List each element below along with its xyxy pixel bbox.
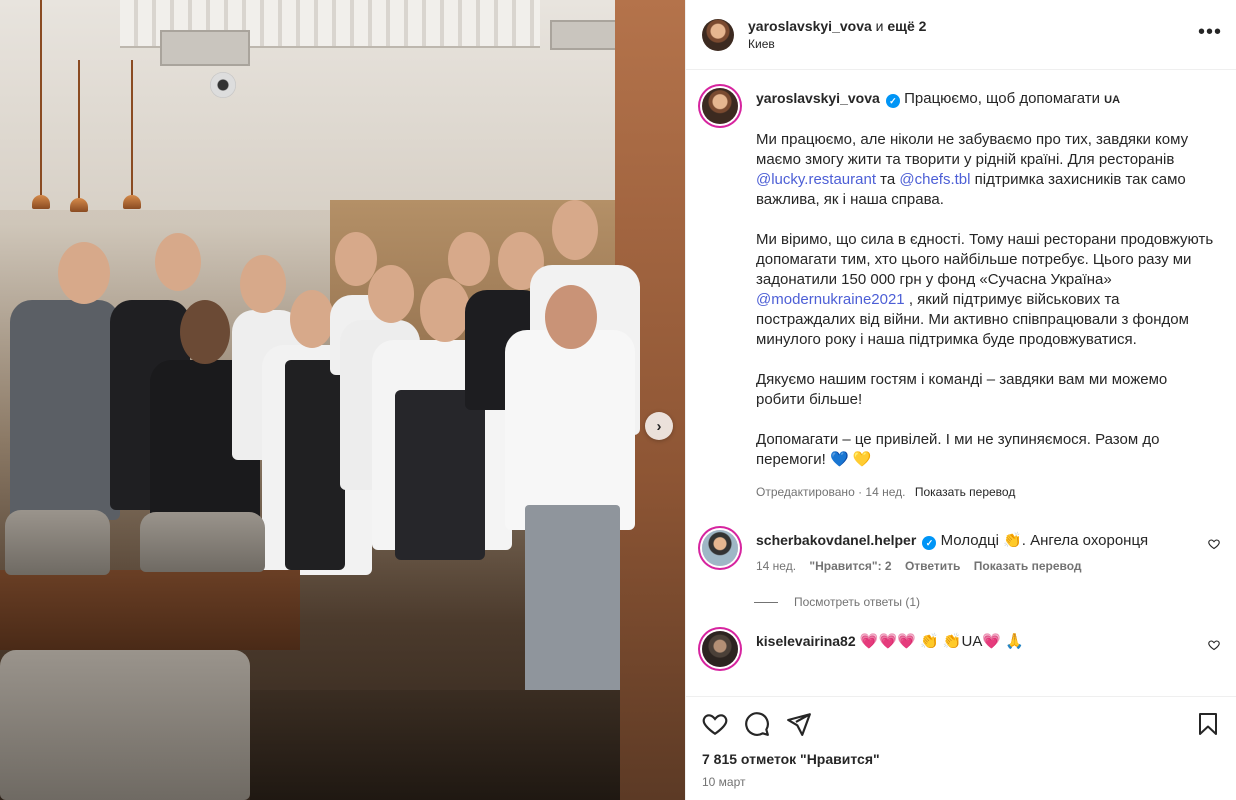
comment-body: kiselevairina82 💗💗💗 👏 👏UA💗 🙏: [756, 631, 1220, 667]
header-location[interactable]: Киев: [748, 35, 926, 53]
photo-chair: [0, 650, 250, 800]
caption-text: Ми віримо, що сила в єдності. Тому наші …: [756, 231, 1214, 288]
verified-badge-icon: ✓: [885, 94, 900, 108]
reply-button[interactable]: Ответить: [905, 559, 960, 573]
caption-flag: UA: [1104, 94, 1121, 106]
caption-emojis: 💙 💛: [830, 451, 872, 468]
mention-link[interactable]: @modernukraine2021: [756, 291, 905, 308]
caption-body: yaroslavskyi_vova ✓ Працюємо, щоб допома…: [756, 88, 1220, 502]
heart-icon[interactable]: [702, 711, 728, 737]
header-username[interactable]: yaroslavskyi_vova: [748, 18, 872, 34]
lamp-cord: [78, 60, 80, 200]
share-icon[interactable]: [786, 711, 812, 737]
replies-line: [754, 601, 778, 603]
comment-username[interactable]: kiselevairina82: [756, 633, 856, 649]
verified-badge-icon: ✓: [922, 536, 937, 550]
photo-chair: [140, 512, 265, 572]
caption-paragraph-3: Дякуємо нашим гостям і команді – завдяки…: [756, 371, 1168, 408]
photo-table: [0, 570, 300, 650]
show-translation-link[interactable]: Показать перевод: [915, 485, 1016, 499]
caption-text: Допомагати – це привілей. І ми не зупиня…: [756, 431, 1160, 468]
caption-paragraph-4: Допомагати – це привілей. І ми не зупиня…: [756, 430, 1220, 470]
lamp-icon: [123, 195, 141, 209]
post-header: yaroslavskyi_vova и ещё 2 Киев •••: [686, 0, 1236, 70]
comment-body: scherbakovdanel.helper ✓ Молодці 👏. Анге…: [756, 530, 1220, 573]
post-date[interactable]: 10 март: [702, 775, 1220, 789]
mention-link[interactable]: @chefs.tbl: [899, 171, 970, 188]
header-collaborators-link[interactable]: ещё 2: [887, 18, 926, 34]
caption-paragraph-2: Ми віримо, що сила в єдності. Тому наші …: [756, 230, 1220, 350]
caption-avatar[interactable]: [702, 88, 738, 124]
comment-likes[interactable]: "Нравится": 2: [809, 559, 891, 573]
mention-link[interactable]: @lucky.restaurant: [756, 171, 876, 188]
photo-vent: [160, 30, 250, 66]
lamp-cord: [131, 60, 133, 195]
caption-text: Ми працюємо, але ніколи не забуваємо про…: [756, 131, 1189, 168]
photo-chair: [5, 510, 110, 575]
bookmark-icon[interactable]: [1196, 711, 1220, 737]
caption-meta: Отредактировано · 14 нед. Показать перев…: [756, 482, 1220, 502]
edited-label: Отредактировано · 14 нед.: [756, 485, 906, 499]
comment-meta: 14 нед. "Нравится": 2 Ответить Показать …: [756, 559, 1220, 573]
photo-camera: [210, 72, 236, 98]
comment-text: 💗💗💗 👏 👏UA💗 🙏: [859, 633, 1024, 650]
author-avatar[interactable]: [702, 18, 734, 51]
view-replies-button[interactable]: Посмотреть ответы (1): [754, 595, 1220, 609]
comment-icon[interactable]: [744, 711, 770, 737]
post-modal: › yaroslavskyi_vova и ещё 2 Киев ••• yar…: [0, 0, 1236, 800]
lamp-cord: [40, 0, 42, 195]
caption-text: та: [876, 171, 900, 188]
caption-paragraph-1: Ми працюємо, але ніколи не забуваємо про…: [756, 130, 1220, 210]
comment: scherbakovdanel.helper ✓ Молодці 👏. Анге…: [702, 530, 1220, 573]
chevron-right-icon: ›: [656, 417, 662, 435]
action-row: [702, 697, 1220, 751]
post-photo[interactable]: ›: [0, 0, 685, 800]
caption-title: Працюємо, щоб допомагати: [904, 90, 1100, 107]
caption: yaroslavskyi_vova ✓ Працюємо, щоб допома…: [702, 88, 1220, 502]
comment-text: Молодці 👏. Ангела охоронця: [940, 532, 1149, 549]
comment-like-heart-icon[interactable]: [1208, 639, 1220, 654]
post-sidebar: yaroslavskyi_vova и ещё 2 Киев ••• yaros…: [685, 0, 1236, 800]
likes-count[interactable]: 7 815 отметок "Нравится": [702, 751, 1220, 767]
comment-username[interactable]: scherbakovdanel.helper: [756, 532, 916, 548]
comment-age[interactable]: 14 нед.: [756, 559, 796, 573]
commenter-avatar[interactable]: [702, 530, 738, 566]
lamp-icon: [70, 198, 88, 212]
header-and: и: [875, 17, 884, 34]
comment-translate-link[interactable]: Показать перевод: [974, 559, 1082, 573]
next-photo-button[interactable]: ›: [645, 412, 673, 440]
view-replies-label: Посмотреть ответы (1): [794, 595, 921, 609]
comments-scroll-area[interactable]: yaroslavskyi_vova ✓ Працюємо, щоб допома…: [686, 70, 1236, 696]
comment: kiselevairina82 💗💗💗 👏 👏UA💗 🙏: [702, 631, 1220, 667]
post-actions: 7 815 отметок "Нравится" 10 март: [686, 696, 1236, 800]
comment-like-heart-icon[interactable]: [1208, 538, 1220, 553]
caption-username[interactable]: yaroslavskyi_vova: [756, 90, 880, 106]
photo-floor: [250, 690, 620, 800]
lamp-icon: [32, 195, 50, 209]
commenter-avatar[interactable]: [702, 631, 738, 667]
header-text: yaroslavskyi_vova и ещё 2 Киев: [748, 17, 926, 53]
more-horizontal-icon[interactable]: •••: [1198, 22, 1222, 42]
